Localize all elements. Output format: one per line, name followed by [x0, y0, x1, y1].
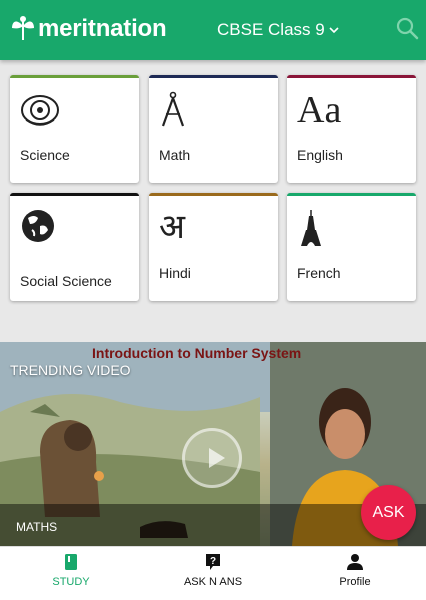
- subject-card-science[interactable]: Science: [10, 75, 139, 183]
- chevron-down-icon: [329, 27, 339, 34]
- trending-label: TRENDING VIDEO: [10, 362, 131, 378]
- subject-label: Social Science: [20, 273, 112, 289]
- nav-label: STUDY: [52, 576, 90, 588]
- subject-card-english[interactable]: Aa English: [287, 75, 416, 183]
- play-icon: [209, 448, 225, 468]
- nav-study[interactable]: STUDY: [11, 553, 131, 588]
- subject-card-french[interactable]: French: [287, 193, 416, 301]
- atom-icon: [21, 95, 59, 126]
- compass-icon: [161, 91, 185, 127]
- play-button[interactable]: [182, 428, 242, 488]
- svg-text:?: ?: [210, 556, 216, 567]
- subject-label: English: [297, 147, 343, 163]
- search-icon[interactable]: [394, 15, 420, 41]
- subject-card-social-science[interactable]: Social Science: [10, 193, 139, 301]
- app-header: meritnation CBSE Class 9: [0, 0, 426, 60]
- subject-label: Science: [20, 147, 70, 163]
- subject-label: Math: [159, 147, 191, 163]
- meritnation-logo[interactable]: meritnation: [10, 8, 167, 50]
- globe-icon: [22, 210, 54, 242]
- trending-video[interactable]: Introduction to Number System TRENDING V…: [0, 342, 426, 546]
- subject-label: Hindi: [159, 265, 191, 281]
- ask-button[interactable]: ASK: [361, 485, 416, 540]
- nav-ask-n-ans[interactable]: ? ASK N ANS: [153, 553, 273, 588]
- logo-text: meritnation: [38, 15, 167, 42]
- book-icon: [65, 554, 77, 570]
- class-selector-label: CBSE Class 9: [217, 20, 325, 39]
- bottom-nav: STUDY ? ASK N ANS Profile: [0, 546, 426, 600]
- subject-card-math[interactable]: Math: [149, 75, 278, 183]
- video-title: Introduction to Number System: [92, 345, 302, 361]
- nav-profile[interactable]: Profile: [295, 553, 415, 588]
- letters-aa-icon: Aa: [297, 89, 342, 131]
- nav-label: Profile: [339, 576, 371, 588]
- video-subject: MATHS: [16, 520, 58, 534]
- subject-label: French: [297, 265, 341, 281]
- eiffel-tower-icon: [301, 210, 321, 246]
- question-icon: ?: [206, 554, 220, 570]
- subject-card-hindi[interactable]: अ Hindi: [149, 193, 278, 301]
- person-icon: [347, 554, 363, 570]
- class-selector[interactable]: CBSE Class 9: [217, 20, 340, 40]
- leaf-logo-icon: [12, 16, 34, 41]
- hindi-letter-icon: अ: [159, 207, 185, 247]
- nav-label: ASK N ANS: [183, 576, 243, 588]
